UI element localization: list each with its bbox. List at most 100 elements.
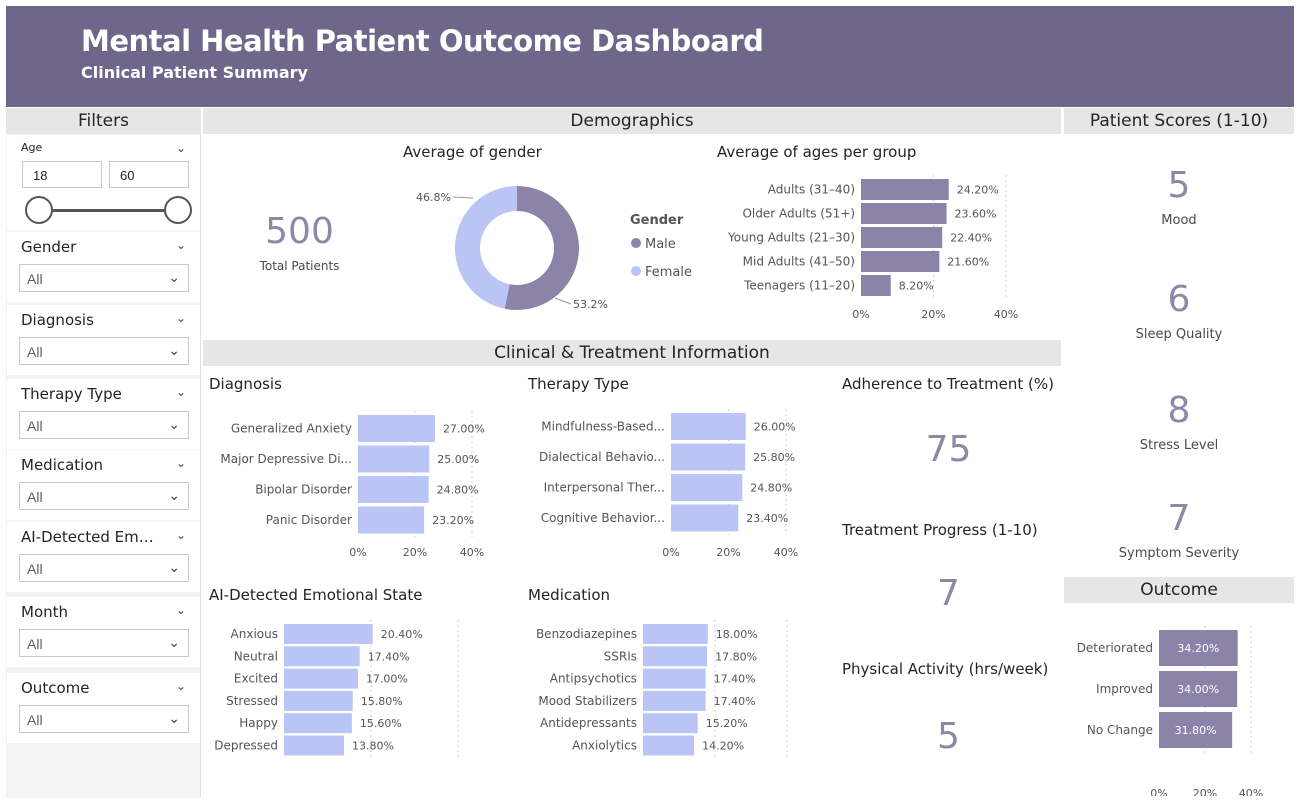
chevron-down-icon[interactable]: ⌄ bbox=[176, 385, 186, 399]
filter-value: All bbox=[27, 489, 43, 505]
dashboard-subtitle: Clinical Patient Summary bbox=[81, 63, 308, 82]
bar-4 bbox=[861, 275, 891, 296]
total-patients-value: 500 bbox=[265, 211, 334, 252]
category-label: Mid Adults (41–50) bbox=[743, 255, 855, 269]
legend-marker-female bbox=[631, 266, 641, 276]
category-label: Depressed bbox=[214, 739, 278, 753]
demographics-heading: Demographics bbox=[203, 108, 1061, 134]
data-label: 23.40% bbox=[746, 512, 788, 525]
age-max-input[interactable]: 60 bbox=[109, 161, 189, 188]
therapy-bar-chart: 0% 20% 40% Mindfulness-Based... 26.00% Dialec… bbox=[539, 409, 798, 559]
data-label: 17.00% bbox=[366, 673, 408, 686]
x-tick-label: 20% bbox=[1193, 787, 1217, 796]
score-label: Symptom Severity bbox=[1118, 546, 1240, 561]
data-label: 18.00% bbox=[716, 628, 758, 641]
age-filter-label: Age bbox=[21, 141, 43, 154]
filter-dropdown[interactable]: All ⌄ bbox=[19, 411, 189, 439]
bar-3 bbox=[358, 506, 425, 534]
medication-bar-chart: 0%20%40%Benzodiazepines18.00%SSRIs17.80%… bbox=[536, 620, 788, 758]
filter-value: All bbox=[27, 418, 43, 434]
bar-5 bbox=[284, 735, 345, 756]
total-patients-card: 500 Total Patients bbox=[203, 135, 396, 339]
category-label: Cognitive Behavior... bbox=[541, 511, 665, 525]
leader-line bbox=[554, 297, 572, 305]
chevron-down-icon: ⌄ bbox=[168, 710, 180, 726]
age-slider-max-handle[interactable] bbox=[164, 196, 192, 224]
chevron-down-icon[interactable]: ⌄ bbox=[176, 311, 186, 325]
filter-dropdown[interactable]: All ⌄ bbox=[19, 705, 189, 733]
data-label: 24.80% bbox=[437, 484, 479, 497]
age-group-bar-chart: 0% 20% 40% Adults (31–40) 24.20% Older Adults… bbox=[727, 175, 1018, 321]
adherence-value: 75 bbox=[925, 429, 972, 470]
bar-1 bbox=[643, 646, 708, 667]
data-label: 13.80% bbox=[352, 740, 394, 753]
chevron-down-icon[interactable]: ⌄ bbox=[176, 603, 186, 617]
category-label: Generalized Anxiety bbox=[231, 422, 352, 436]
bar-2 bbox=[358, 476, 429, 503]
chevron-down-icon[interactable]: ⌄ bbox=[176, 141, 186, 155]
category-label: Deteriorated bbox=[1077, 641, 1153, 655]
filter-dropdown[interactable]: All ⌄ bbox=[19, 337, 189, 365]
therapy-chart-card: Therapy Type 0% 20% 40% Mindfulness-Based..… bbox=[522, 367, 834, 575]
dashboard-header: Mental Health Patient Outcome Dashboard … bbox=[6, 6, 1294, 107]
category-label: Young Adults (21–30) bbox=[727, 231, 855, 245]
x-tick-label: 40% bbox=[460, 546, 484, 559]
filter-label: Month bbox=[21, 603, 69, 621]
category-label: No Change bbox=[1087, 723, 1153, 737]
filter-label: Therapy Type bbox=[21, 385, 122, 403]
adherence-title: Adherence to Treatment (%) bbox=[842, 375, 1054, 393]
category-label: Neutral bbox=[234, 649, 278, 663]
bar-0 bbox=[358, 415, 435, 442]
chevron-down-icon: ⌄ bbox=[168, 634, 180, 650]
adherence-card: Adherence to Treatment (%) 75 bbox=[836, 367, 1061, 511]
category-label: Teenagers (11–20) bbox=[743, 279, 855, 293]
category-label: Improved bbox=[1096, 682, 1153, 696]
physical-activity-card: Physical Activity (hrs/week) 5 bbox=[836, 652, 1061, 796]
chevron-down-icon: ⌄ bbox=[168, 559, 180, 575]
x-tick-label: 0% bbox=[662, 546, 679, 559]
filter-label: Gender bbox=[21, 238, 77, 256]
physical-activity-value: 5 bbox=[937, 716, 960, 757]
score-label: Stress Level bbox=[1139, 438, 1219, 453]
data-label: 31.80% bbox=[1175, 724, 1217, 737]
chevron-down-icon[interactable]: ⌄ bbox=[176, 679, 186, 693]
outcome-chart-card: 0% 20% 40% Deteriorated 34.20% Improved 34.00%… bbox=[1064, 604, 1294, 796]
filter-dropdown[interactable]: All ⌄ bbox=[19, 554, 189, 582]
data-label: 24.20% bbox=[957, 184, 999, 197]
filter-value: All bbox=[27, 561, 43, 577]
donut-slice-female bbox=[455, 186, 517, 309]
legend-label-male: Male bbox=[645, 237, 676, 252]
chevron-down-icon[interactable]: ⌄ bbox=[176, 528, 186, 542]
filter-dropdown[interactable]: All ⌄ bbox=[19, 629, 189, 657]
score-card-sleep-quality: 6 Sleep Quality bbox=[1064, 249, 1294, 357]
data-label: 27.00% bbox=[443, 423, 485, 436]
data-label: 25.80% bbox=[753, 451, 795, 464]
score-value: 5 bbox=[1167, 165, 1191, 206]
filter-dropdown[interactable]: All ⌄ bbox=[19, 264, 189, 292]
emotion-bar-chart: 0%20%40%Anxious20.40%Neutral17.40%Excite… bbox=[214, 620, 459, 758]
bar-0 bbox=[284, 624, 373, 644]
bar-2 bbox=[284, 668, 358, 689]
age-min-input[interactable]: 18 bbox=[22, 161, 102, 188]
chevron-down-icon[interactable]: ⌄ bbox=[176, 238, 186, 252]
x-tick-label: 20% bbox=[921, 308, 945, 321]
total-patients-label: Total Patients bbox=[259, 259, 340, 273]
legend-marker-male bbox=[631, 238, 641, 248]
score-card-mood: 5 Mood bbox=[1064, 135, 1294, 246]
category-label: Mood Stabilizers bbox=[538, 694, 637, 708]
treatment-progress-card: Treatment Progress (1-10) 7 bbox=[836, 513, 1061, 650]
chevron-down-icon: ⌄ bbox=[168, 487, 180, 503]
filter-label: AI-Detected Emo... bbox=[21, 528, 161, 546]
score-value: 7 bbox=[1167, 498, 1191, 539]
bar-0 bbox=[861, 179, 949, 200]
score-label: Mood bbox=[1161, 213, 1197, 228]
x-tick-label: 0% bbox=[852, 308, 869, 321]
data-label: 15.60% bbox=[360, 717, 402, 730]
age-slider-min-handle[interactable] bbox=[25, 196, 53, 224]
bar-4 bbox=[643, 713, 698, 734]
chevron-down-icon[interactable]: ⌄ bbox=[176, 456, 186, 470]
age-slider-track bbox=[35, 209, 177, 212]
filter-dropdown[interactable]: All ⌄ bbox=[19, 482, 189, 510]
score-value: 8 bbox=[1167, 390, 1191, 431]
data-label: 34.20% bbox=[1177, 642, 1219, 655]
